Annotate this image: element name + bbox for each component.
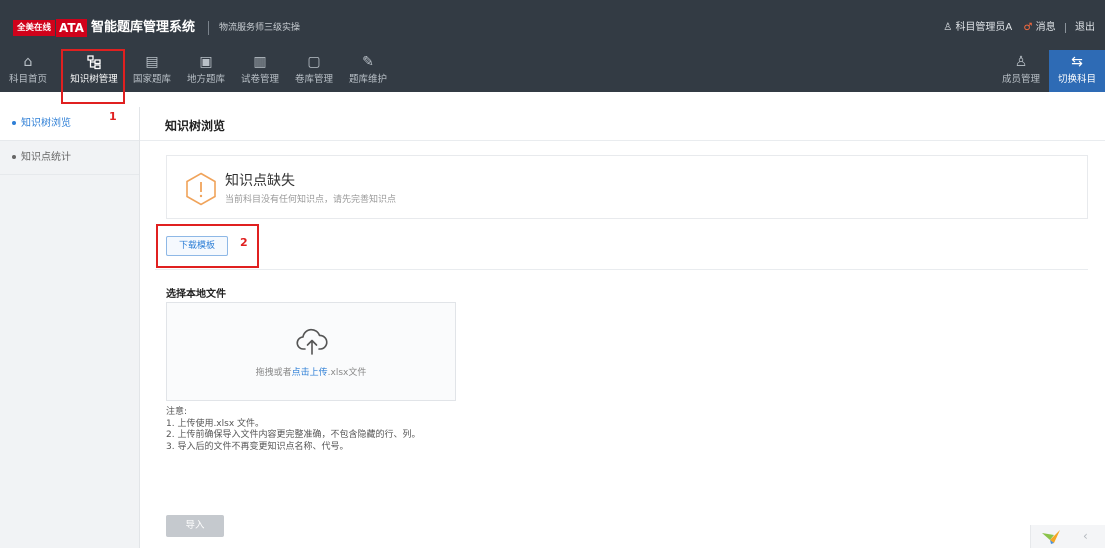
note-item: 1. 上传使用.xlsx 文件。 xyxy=(166,418,265,429)
annotation-number-2: 2 xyxy=(240,236,248,249)
sidebar-item-label: 知识点统计 xyxy=(21,152,71,163)
sidebar-item-label: 知识树浏览 xyxy=(21,118,71,129)
paper-icon: ▥ xyxy=(253,54,267,70)
corner-widget[interactable]: ‹ xyxy=(1030,525,1105,548)
dropzone-text-suffix: .xlsx文件 xyxy=(327,368,367,378)
user-area: ♙ 科目管理员A ♂ 消息 退出 xyxy=(943,20,1095,37)
click-upload-link[interactable]: 点击上传 xyxy=(292,368,328,378)
warning-title: 知识点缺失 xyxy=(225,173,295,189)
notes-heading: 注意: xyxy=(166,407,188,417)
annotation-number-1: 1 xyxy=(109,110,117,123)
bullet-icon xyxy=(12,155,16,159)
app-header: 全美在线 ATA 智能题库管理系统 物流服务师三级实操 ♙ 科目管理员A ♂ 消… xyxy=(0,0,1105,92)
message-icon[interactable]: ♂ xyxy=(1023,22,1032,33)
nav-item-paper-bank[interactable]: ▢ 卷库管理 xyxy=(291,50,337,92)
logout-link[interactable]: 退出 xyxy=(1075,22,1095,33)
nav-label: 卷库管理 xyxy=(294,74,333,85)
sidebar-item-statistics[interactable]: 知识点统计 xyxy=(0,141,139,175)
note-item: 2. 上传前确保导入文件内容更完整准确，不包含隐藏的行、列。 xyxy=(166,430,421,440)
nav-item-paper-management[interactable]: ▥ 试卷管理 xyxy=(237,50,283,92)
nav-item-national-bank[interactable]: ▤ 国家题库 xyxy=(129,50,175,92)
dropzone-text-prefix: 拖拽或者 xyxy=(255,368,292,378)
separator xyxy=(1064,23,1066,33)
nav-label: 切换科目 xyxy=(1057,74,1096,85)
switch-icon: ⇆ xyxy=(1071,54,1083,70)
note-item: 3. 导入后的文件不再变更知识点名称、代号。 xyxy=(166,441,349,452)
helper-logo-icon xyxy=(1042,530,1060,544)
paper-bank-icon: ▢ xyxy=(307,54,321,70)
brand-badge: 全美在线 xyxy=(13,20,56,36)
warning-icon xyxy=(186,172,216,206)
file-section-label: 选择本地文件 xyxy=(166,289,226,300)
nav-item-bank-maintenance[interactable]: ✎ 题库维护 xyxy=(345,50,391,92)
title-divider xyxy=(208,21,209,35)
upload-dropzone[interactable]: 拖拽或者点击上传.xlsx文件 xyxy=(166,302,456,401)
subject-name: 物流服务师三级实操 xyxy=(219,23,301,33)
messages-link[interactable]: 消息 xyxy=(1036,22,1056,33)
nav-item-local-bank[interactable]: ▣ 地方题库 xyxy=(183,50,229,92)
cloud-upload-icon xyxy=(296,328,328,355)
sidebar-item-tree-browse[interactable]: 知识树浏览 xyxy=(0,107,139,141)
sidebar: 知识树浏览 知识点统计 xyxy=(0,107,140,548)
warning-description: 当前科目没有任何知识点，请先完善知识点 xyxy=(225,195,397,205)
user-name[interactable]: 科目管理员A xyxy=(955,22,1012,33)
top-bar: 全美在线 ATA 智能题库管理系统 物流服务师三级实操 ♙ 科目管理员A ♂ 消… xyxy=(0,10,1105,47)
upload-notes: 注意: 1. 上传使用.xlsx 文件。 2. 上传前确保导入文件内容更完整准确… xyxy=(166,407,420,453)
dropzone-text: 拖拽或者点击上传.xlsx文件 xyxy=(167,365,455,378)
nav-label: 题库维护 xyxy=(348,74,387,85)
nav-item-switch-subject[interactable]: ⇆ 切换科目 xyxy=(1049,50,1105,92)
local-bank-icon: ▣ xyxy=(199,54,213,70)
section-divider xyxy=(155,269,1088,270)
app-title: 智能题库管理系统 xyxy=(91,20,196,35)
nav-label: 成员管理 xyxy=(1001,74,1040,85)
nav-label: 国家题库 xyxy=(132,74,171,85)
nav-label: 试卷管理 xyxy=(240,74,279,85)
main-nav: ⌂ 科目首页 知识树管理 ▤ 国家题库 ▣ 地方题库 ▥ 试卷管理 ▢ 卷库管理… xyxy=(0,50,1105,92)
national-bank-icon: ▤ xyxy=(145,54,159,70)
warning-card: 知识点缺失 当前科目没有任何知识点，请先完善知识点 xyxy=(166,155,1088,219)
home-icon: ⌂ xyxy=(23,54,33,70)
members-icon: ♙ xyxy=(1014,54,1028,70)
nav-item-members[interactable]: ♙ 成员管理 xyxy=(996,50,1046,92)
nav-label: 科目首页 xyxy=(8,74,47,85)
title-divider xyxy=(140,140,1105,141)
collapse-arrow-icon[interactable]: ‹ xyxy=(1083,529,1088,543)
maintenance-icon: ✎ xyxy=(362,54,374,70)
nav-item-subject-home[interactable]: ⌂ 科目首页 xyxy=(0,50,56,92)
page-title: 知识树浏览 xyxy=(165,119,226,133)
brand-logo: ATA xyxy=(56,19,87,37)
user-icon: ♙ xyxy=(943,22,953,33)
bullet-icon xyxy=(12,121,16,125)
annotation-box-1 xyxy=(61,49,125,104)
nav-label: 地方题库 xyxy=(186,74,225,85)
import-button[interactable]: 导入 xyxy=(166,515,224,537)
